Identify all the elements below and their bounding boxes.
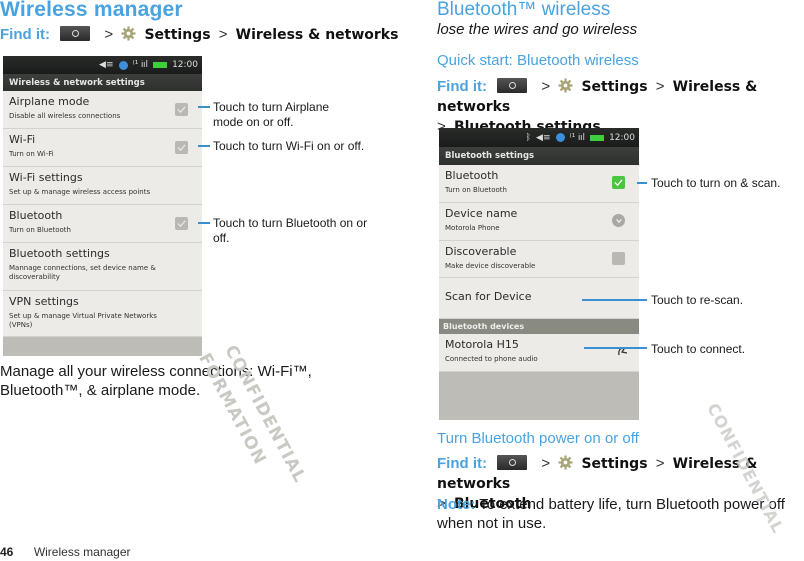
discoverable-checkbox[interactable]: [612, 252, 625, 265]
battery-icon: [590, 134, 605, 141]
screen-title: Wireless & network settings: [3, 74, 202, 91]
bottom-strip: [439, 372, 639, 420]
callout-airplane: Touch to turn Airplane mode on or off.: [213, 100, 330, 129]
setting-row-device-name[interactable]: Device name Motorola Phone: [439, 203, 639, 241]
footer: 46 Wireless manager: [0, 543, 131, 561]
callout-wifi: Touch to turn Wi-Fi on or off.: [213, 139, 365, 153]
setting-row-wifi-settings[interactable]: Wi-Fi settings Set up & manage wireless …: [3, 167, 202, 205]
section-title: Bluetooth™ wireless: [437, 0, 611, 20]
signal-icon: ⁽¹ Ꭵıl: [569, 132, 586, 143]
setting-row-bluetooth[interactable]: Bluetooth Turn on Bluetooth: [3, 205, 202, 243]
chevron-down-icon[interactable]: [612, 214, 625, 227]
setting-row-bluetooth[interactable]: Bluetooth Turn on Bluetooth: [439, 165, 639, 203]
callout-connect: Touch to connect.: [651, 342, 746, 356]
setting-row-airplane-mode[interactable]: Airplane mode Disable all wireless conne…: [3, 91, 202, 129]
airplane-mode-checkbox[interactable]: [175, 103, 188, 116]
note-paragraph: Note: To extend battery life, turn Bluet…: [437, 495, 804, 533]
volume-icon: ◀︎≡: [99, 60, 114, 70]
callout-leader-rescan: [582, 299, 647, 301]
bluetooth-status-icon: ᛒ: [525, 132, 532, 143]
device-row-motorola-h15[interactable]: Motorola H15 Connected to phone audio: [439, 334, 639, 372]
section-subtitle: lose the wires and go wireless: [437, 21, 638, 38]
wifi-checkbox[interactable]: [175, 141, 188, 154]
bluetooth-devices-header: Bluetooth devices: [439, 319, 639, 334]
phone-screenshot-wireless-settings: ◀︎≡ ⁽¹ Ꭵıl 12:00 Wireless & network sett…: [3, 56, 202, 356]
setting-row-bluetooth-settings[interactable]: Bluetooth settings Mannage connections, …: [3, 243, 202, 291]
battery-icon: [153, 62, 168, 68]
volume-icon: ◀︎≡: [536, 132, 551, 143]
signal-icon: ⁽¹ Ꭵıl: [132, 60, 149, 70]
home-key-icon: [497, 455, 528, 470]
settings-gear-icon: [558, 78, 573, 93]
home-key-icon: [60, 26, 91, 41]
setting-row-discoverable[interactable]: Discoverable Make device discoverable: [439, 241, 639, 278]
bottom-strip: [3, 337, 202, 356]
note-label: Note:: [437, 496, 476, 513]
globe-icon: [118, 60, 128, 70]
settings-gear-icon: [121, 26, 136, 41]
screen-title: Bluetooth settings: [439, 147, 639, 165]
callout-turn-on-scan: Touch to turn on & scan.: [651, 176, 781, 190]
page-number: 46: [0, 545, 14, 559]
callout-leader-turn-on-scan: [637, 182, 647, 184]
clock: 12:00: [609, 132, 635, 143]
path-settings: Settings: [144, 27, 211, 43]
bluetooth-checkbox[interactable]: [612, 176, 625, 189]
find-it-label: Find it:: [0, 26, 50, 43]
bluetooth-checkbox[interactable]: [175, 217, 188, 230]
status-bar: ᛒ ◀︎≡ ⁽¹ Ꭵıl 12:00: [439, 128, 639, 147]
callout-bluetooth: Touch to turn Bluetooth on or off.: [213, 216, 368, 245]
footer-section: Wireless manager: [33, 545, 131, 559]
callout-leader-bluetooth: [198, 222, 210, 224]
callout-leader-airplane: [198, 106, 210, 108]
callout-leader-wifi: [198, 145, 210, 147]
setting-row-wifi[interactable]: Wi-Fi Turn on Wi-Fi: [3, 129, 202, 167]
path-wireless-networks: Wireless & networks: [235, 27, 399, 43]
intro-paragraph: Manage all your wireless connections: Wi…: [0, 363, 312, 399]
find-it-path: Find it: > Settings > Wireless & network…: [0, 26, 399, 43]
setting-row-vpn-settings[interactable]: VPN settings Set up & manage Virtual Pri…: [3, 291, 202, 337]
note-text: To extend battery life, turn Bluetooth p…: [437, 496, 785, 532]
page-title: Wireless manager: [0, 0, 183, 21]
globe-icon: [555, 133, 565, 142]
phone-screenshot-bluetooth-settings: ᛒ ◀︎≡ ⁽¹ Ꭵıl 12:00 Bluetooth settings Bl…: [439, 128, 639, 420]
callout-leader-connect: [584, 347, 647, 349]
callout-rescan: Touch to re-scan.: [651, 293, 744, 307]
status-bar: ◀︎≡ ⁽¹ Ꭵıl 12:00: [3, 56, 202, 74]
quick-start-heading: Quick start: Bluetooth wireless: [437, 52, 639, 69]
clock: 12:00: [172, 60, 198, 70]
settings-gear-icon: [558, 455, 573, 470]
power-heading: Turn Bluetooth power on or off: [437, 430, 639, 447]
home-key-icon: [497, 78, 528, 93]
